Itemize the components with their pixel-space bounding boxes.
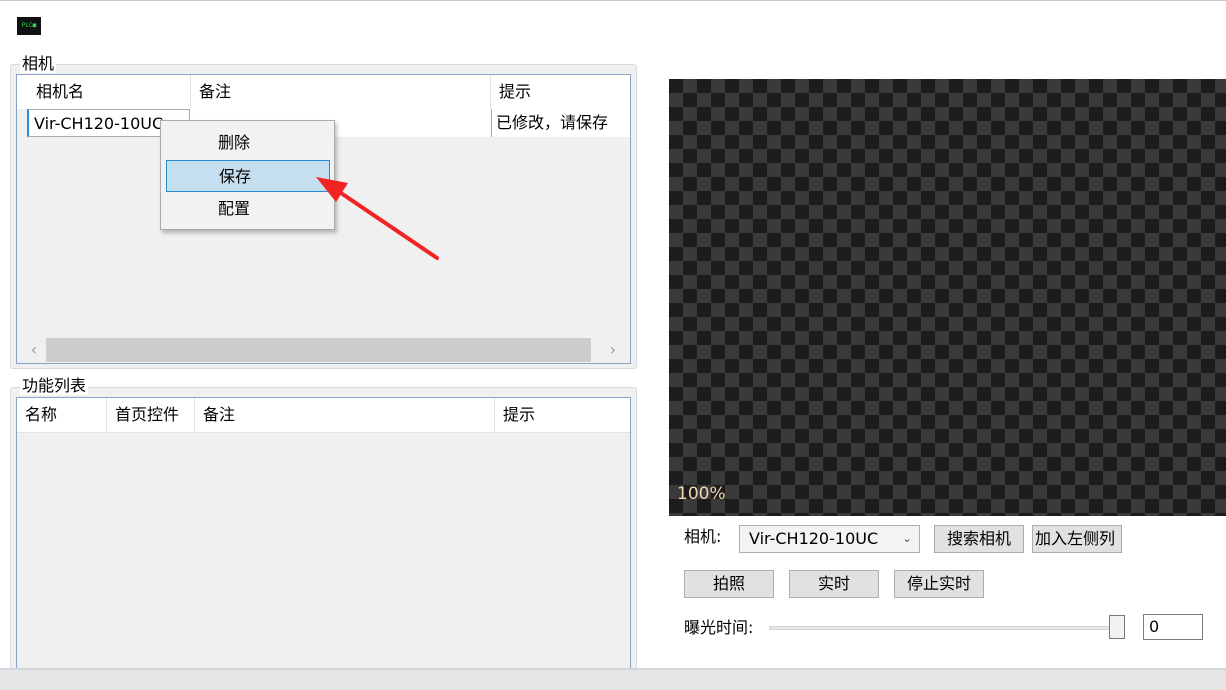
live-button[interactable]: 实时	[789, 570, 879, 598]
scrollbar-thumb[interactable]	[46, 338, 591, 362]
app-logo-icon: PLC■	[17, 17, 41, 35]
search-camera-button[interactable]: 搜索相机	[934, 525, 1024, 553]
camera-list-header: 相机名 备注 提示	[17, 75, 630, 110]
column-header-camera-name[interactable]: 相机名	[27, 75, 191, 109]
function-group-title: 功能列表	[20, 376, 89, 395]
column-header-hint[interactable]: 提示	[491, 75, 630, 109]
capture-button[interactable]: 拍照	[684, 570, 774, 598]
camera-hint-cell: 已修改，请保存	[491, 109, 630, 137]
column-header-note[interactable]: 备注	[195, 398, 495, 432]
chevron-down-icon[interactable]: ⌄	[895, 526, 919, 552]
exposure-label: 曝光时间:	[684, 618, 754, 637]
menu-item-config[interactable]: 配置	[166, 193, 330, 225]
scroll-left-icon[interactable]: ‹	[22, 338, 46, 362]
column-header-note[interactable]: 备注	[191, 75, 491, 109]
function-list[interactable]: 名称 首页控件 备注 提示	[16, 397, 631, 677]
exposure-slider-track[interactable]	[769, 626, 1125, 630]
column-header-home-control[interactable]: 首页控件	[107, 398, 195, 432]
menu-item-save[interactable]: 保存	[166, 160, 330, 192]
camera-preview[interactable]: 100%	[669, 79, 1226, 516]
main-window: PLC■ 相机 相机名 备注 提示 Vir-CH120-10UC 已修改，请保存…	[0, 0, 1226, 687]
bottom-status-strip	[0, 668, 1226, 690]
menu-item-delete[interactable]: 删除	[166, 127, 330, 159]
camera-group-title: 相机	[20, 54, 57, 73]
scroll-right-icon[interactable]: ›	[601, 338, 625, 362]
camera-list-hscrollbar[interactable]: ‹ ›	[18, 338, 629, 362]
add-to-left-list-button[interactable]: 加入左侧列	[1032, 525, 1122, 553]
function-list-header: 名称 首页控件 备注 提示	[17, 398, 630, 433]
camera-select[interactable]: Vir-CH120-10UC ⌄	[739, 525, 920, 553]
camera-select-label: 相机:	[684, 527, 722, 546]
zoom-level-label: 100%	[677, 484, 726, 504]
exposure-value-input[interactable]: 0	[1143, 614, 1203, 640]
stop-live-button[interactable]: 停止实时	[894, 570, 984, 598]
column-header-hint[interactable]: 提示	[495, 398, 630, 432]
exposure-slider-thumb[interactable]	[1109, 615, 1125, 639]
context-menu: 删除 保存 配置	[160, 120, 335, 230]
column-header-name[interactable]: 名称	[17, 398, 107, 432]
camera-select-value: Vir-CH120-10UC	[749, 529, 879, 548]
